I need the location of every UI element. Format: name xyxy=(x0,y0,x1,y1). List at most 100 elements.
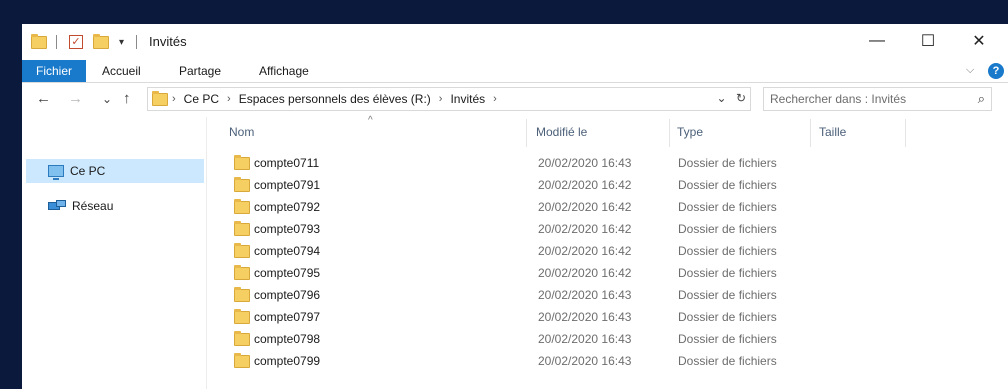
separator xyxy=(56,34,57,50)
column-divider[interactable] xyxy=(526,119,527,147)
file-type: Dossier de fichiers xyxy=(678,310,777,324)
folder-icon xyxy=(234,353,250,368)
table-row[interactable]: compte0791 20/02/2020 16:42 Dossier de f… xyxy=(208,174,808,196)
up-arrow-icon[interactable]: ↑ xyxy=(123,91,131,107)
navigation-bar: ← → ⌄ ↑ › Ce PC › Espaces personnels des… xyxy=(22,83,1008,117)
title-bar: ✓ ▾ Invités — ☐ ✕ xyxy=(22,24,1008,58)
recent-locations-chevron-icon[interactable]: ⌄ xyxy=(102,91,112,107)
file-list: ^ Nom Modifié le Type Taille compte0711 … xyxy=(208,115,1008,389)
file-name: compte0798 xyxy=(254,332,321,346)
sidebar-item-label: Réseau xyxy=(72,199,114,213)
table-row[interactable]: compte0797 20/02/2020 16:43 Dossier de f… xyxy=(208,306,808,328)
chevron-right-icon[interactable]: › xyxy=(493,93,497,105)
folder-icon xyxy=(234,177,250,192)
file-date: 20/02/2020 16:42 xyxy=(538,244,632,258)
sort-ascending-icon: ^ xyxy=(368,115,373,126)
breadcrumb-ce-pc[interactable]: Ce PC xyxy=(184,92,219,106)
folder-icon xyxy=(234,243,250,258)
properties-check-icon[interactable]: ✓ xyxy=(69,34,83,50)
folder-icon xyxy=(234,331,250,346)
file-date: 20/02/2020 16:42 xyxy=(538,200,632,214)
search-box[interactable]: Rechercher dans : Invités ⌕ xyxy=(763,87,992,111)
breadcrumb-drive[interactable]: Espaces personnels des élèves (R:) xyxy=(239,92,431,106)
navigation-pane: Ce PC Réseau xyxy=(22,117,207,389)
expand-ribbon-icon[interactable]: ⌵ xyxy=(966,64,974,77)
file-name: compte0797 xyxy=(254,310,321,324)
maximize-button[interactable]: ☐ xyxy=(905,24,951,58)
file-type: Dossier de fichiers xyxy=(678,156,777,170)
chevron-right-icon[interactable]: › xyxy=(439,93,443,105)
table-row[interactable]: compte0792 20/02/2020 16:42 Dossier de f… xyxy=(208,196,808,218)
chevron-right-icon[interactable]: › xyxy=(172,93,176,105)
file-date: 20/02/2020 16:43 xyxy=(538,332,632,346)
column-divider[interactable] xyxy=(905,119,906,147)
search-icon[interactable]: ⌕ xyxy=(978,91,985,107)
close-button[interactable]: ✕ xyxy=(956,24,1002,58)
column-divider[interactable] xyxy=(810,119,811,147)
sidebar-item-reseau[interactable]: Réseau xyxy=(26,194,204,218)
tab-affichage[interactable]: Affichage xyxy=(259,60,309,82)
forward-arrow-icon[interactable]: → xyxy=(68,91,83,107)
column-header-size[interactable]: Taille xyxy=(819,117,846,143)
ribbon-tabs: Fichier Accueil Partage Affichage ⌵ xyxy=(22,58,1008,82)
file-type: Dossier de fichiers xyxy=(678,244,777,258)
breadcrumb: › Ce PC › Espaces personnels des élèves … xyxy=(172,88,505,110)
file-date: 20/02/2020 16:43 xyxy=(538,288,632,302)
table-row[interactable]: compte0799 20/02/2020 16:43 Dossier de f… xyxy=(208,350,808,372)
table-row[interactable]: compte0796 20/02/2020 16:43 Dossier de f… xyxy=(208,284,808,306)
column-divider[interactable] xyxy=(669,119,670,147)
sidebar-item-ce-pc[interactable]: Ce PC xyxy=(26,159,204,183)
address-controls: ⌄ ↻ xyxy=(717,91,746,105)
tab-partage[interactable]: Partage xyxy=(179,60,221,82)
file-type: Dossier de fichiers xyxy=(678,200,777,214)
table-row[interactable]: compte0798 20/02/2020 16:43 Dossier de f… xyxy=(208,328,808,350)
file-name: compte0791 xyxy=(254,178,321,192)
help-icon[interactable]: ? xyxy=(988,63,1004,79)
file-name: compte0711 xyxy=(254,156,320,170)
table-row[interactable]: compte0793 20/02/2020 16:42 Dossier de f… xyxy=(208,218,808,240)
address-dropdown-icon[interactable]: ⌄ xyxy=(717,91,727,105)
file-type: Dossier de fichiers xyxy=(678,288,777,302)
address-folder-icon xyxy=(152,91,168,106)
customize-quick-access-icon[interactable]: ▾ xyxy=(119,34,124,50)
search-input[interactable]: Rechercher dans : Invités xyxy=(770,92,906,106)
folder-icon xyxy=(234,309,250,324)
address-bar[interactable]: › Ce PC › Espaces personnels des élèves … xyxy=(147,87,751,111)
sidebar-item-label: Ce PC xyxy=(70,164,106,178)
back-arrow-icon[interactable]: ← xyxy=(36,91,51,107)
tab-fichier[interactable]: Fichier xyxy=(22,60,86,82)
folder-icon xyxy=(234,221,250,236)
refresh-icon[interactable]: ↻ xyxy=(736,91,746,105)
column-header-type[interactable]: Type xyxy=(677,117,703,143)
table-row[interactable]: compte0711 20/02/2020 16:43 Dossier de f… xyxy=(208,152,808,174)
tab-accueil[interactable]: Accueil xyxy=(102,60,141,82)
file-date: 20/02/2020 16:42 xyxy=(538,178,632,192)
column-header-name[interactable]: Nom xyxy=(229,117,254,143)
folder-icon xyxy=(234,199,250,214)
network-icon xyxy=(48,200,66,212)
file-name: compte0792 xyxy=(254,200,321,214)
minimize-button[interactable]: — xyxy=(854,24,900,58)
chevron-right-icon[interactable]: › xyxy=(227,93,231,105)
table-row[interactable]: compte0795 20/02/2020 16:42 Dossier de f… xyxy=(208,262,808,284)
file-name: compte0795 xyxy=(254,266,321,280)
file-date: 20/02/2020 16:43 xyxy=(538,156,632,170)
file-name: compte0796 xyxy=(254,288,321,302)
file-date: 20/02/2020 16:42 xyxy=(538,222,632,236)
file-name: compte0799 xyxy=(254,354,321,368)
file-type: Dossier de fichiers xyxy=(678,222,777,236)
folder-icon xyxy=(234,155,250,170)
folder-icon xyxy=(234,265,250,280)
table-row[interactable]: compte0794 20/02/2020 16:42 Dossier de f… xyxy=(208,240,808,262)
file-name: compte0794 xyxy=(254,244,321,258)
breadcrumb-invites[interactable]: Invités xyxy=(450,92,485,106)
file-date: 20/02/2020 16:43 xyxy=(538,310,632,324)
new-folder-icon[interactable] xyxy=(93,33,109,50)
folder-icon xyxy=(234,287,250,302)
file-name: compte0793 xyxy=(254,222,321,236)
file-type: Dossier de fichiers xyxy=(678,354,777,368)
file-date: 20/02/2020 16:42 xyxy=(538,266,632,280)
column-header-modified[interactable]: Modifié le xyxy=(536,117,587,143)
separator xyxy=(136,34,137,50)
file-date: 20/02/2020 16:43 xyxy=(538,354,632,368)
